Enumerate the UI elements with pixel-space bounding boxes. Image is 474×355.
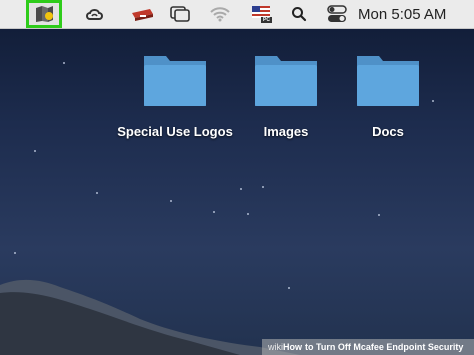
creative-cloud-icon <box>86 9 103 20</box>
article-title: to Turn Off Mcafee Endpoint Security <box>305 342 464 352</box>
mcafee-icon <box>36 6 53 22</box>
star <box>213 211 215 213</box>
wiki-text: wiki <box>268 342 283 352</box>
wifi-icon <box>210 7 230 22</box>
mountain-silhouette <box>0 279 300 355</box>
input-source-button[interactable]: PC <box>250 0 274 28</box>
folder-label: Special Use Logos <box>117 124 233 139</box>
folder-label: Docs <box>372 124 404 139</box>
folder-icon <box>357 56 419 106</box>
star <box>63 62 65 64</box>
input-source-badge: PC <box>263 17 270 23</box>
wikihow-watermark: wiki How to Turn Off Mcafee Endpoint Sec… <box>262 339 474 355</box>
star <box>34 150 36 152</box>
menu-clock[interactable]: Mon 5:05 AM <box>358 0 474 28</box>
mcafee-menu-button[interactable] <box>26 0 62 28</box>
spotlight-button[interactable] <box>288 0 310 28</box>
control-center-button[interactable] <box>324 0 350 28</box>
how-text: How <box>283 342 302 352</box>
toggle-icon <box>327 5 347 22</box>
star <box>240 188 242 190</box>
creative-cloud-button[interactable] <box>82 0 108 28</box>
wifi-button[interactable] <box>208 0 232 28</box>
folder-label: Images <box>263 124 309 139</box>
star <box>378 214 380 216</box>
star <box>170 200 172 202</box>
window-button[interactable] <box>168 0 192 28</box>
folder-icon <box>144 56 206 106</box>
star <box>96 192 98 194</box>
search-icon <box>292 7 307 22</box>
star <box>14 252 16 254</box>
star <box>247 213 249 215</box>
desktop-folder[interactable] <box>251 50 321 110</box>
menu-bar: PC Mon 5:05 AM <box>0 0 474 29</box>
window-icon <box>170 6 190 22</box>
desktop-folder[interactable] <box>353 50 423 110</box>
folder-icon <box>255 56 317 106</box>
drive-button[interactable] <box>128 0 156 28</box>
drive-icon <box>132 9 153 21</box>
desktop-folder[interactable] <box>140 50 210 110</box>
star <box>432 100 434 102</box>
star <box>262 186 264 188</box>
